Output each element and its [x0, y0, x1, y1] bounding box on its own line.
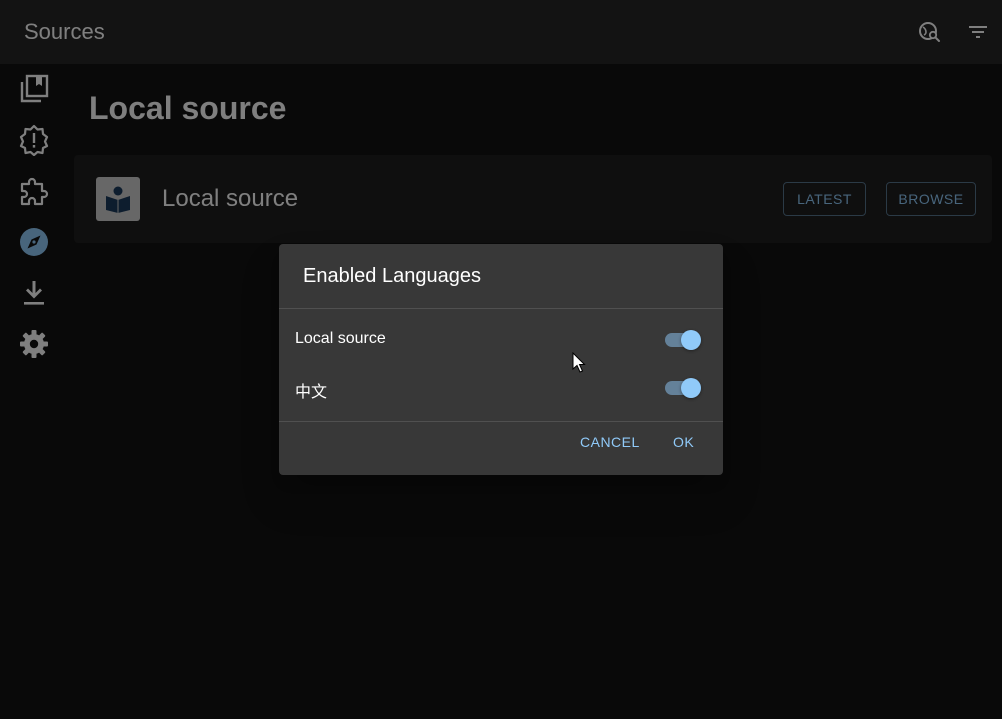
language-row[interactable]: 中文	[295, 368, 707, 408]
mouse-cursor-icon	[572, 352, 586, 373]
language-toggle[interactable]	[663, 330, 701, 350]
toggle-thumb	[681, 330, 701, 350]
dialog-divider-top	[279, 308, 723, 309]
language-label: 中文	[295, 384, 328, 401]
dialog-divider-bottom	[279, 421, 723, 422]
app-root: Sources	[0, 0, 1002, 719]
toggle-thumb	[681, 378, 701, 398]
language-row[interactable]: Local source	[295, 320, 707, 360]
enabled-languages-dialog: Enabled Languages Local source 中文 CANCEL…	[279, 244, 723, 475]
cancel-button[interactable]: CANCEL	[580, 434, 640, 450]
language-toggle[interactable]	[663, 378, 701, 398]
dialog-title: Enabled Languages	[303, 265, 481, 287]
language-label: Local source	[295, 330, 386, 347]
ok-button[interactable]: OK	[673, 434, 694, 450]
